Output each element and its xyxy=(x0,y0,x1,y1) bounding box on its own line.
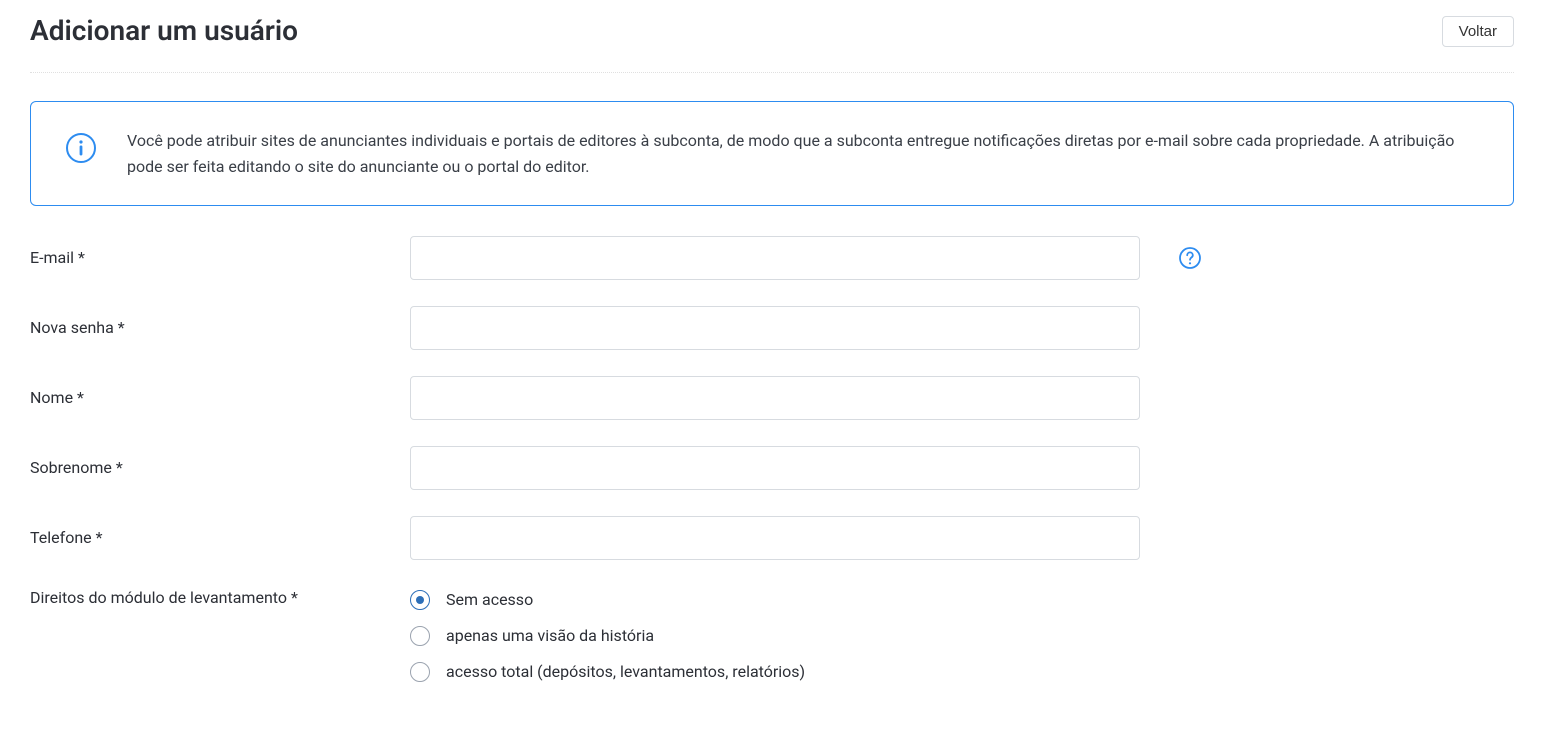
email-field[interactable] xyxy=(410,236,1140,280)
info-box: Você pode atribuir sites de anunciantes … xyxy=(30,101,1514,206)
form-row-rights: Direitos do módulo de levantamento * Sem… xyxy=(30,586,1514,684)
radio-label: Sem acesso xyxy=(446,588,533,612)
form-row-lastname: Sobrenome * xyxy=(30,446,1514,490)
form-row-email: E-mail * xyxy=(30,236,1514,280)
radio-label: apenas uma visão da história xyxy=(446,624,654,648)
form-row-firstname: Nome * xyxy=(30,376,1514,420)
label-phone: Telefone * xyxy=(30,526,410,550)
radio-view-only[interactable]: apenas uma visão da história xyxy=(410,624,805,648)
control-lastname xyxy=(410,446,1140,490)
label-password: Nova senha * xyxy=(30,316,410,340)
page-title: Adicionar um usuário xyxy=(30,10,298,52)
phone-field[interactable] xyxy=(410,516,1140,560)
password-field[interactable] xyxy=(410,306,1140,350)
control-email xyxy=(410,236,1140,280)
help-icon[interactable] xyxy=(1178,246,1202,270)
info-text: Você pode atribuir sites de anunciantes … xyxy=(127,128,1479,179)
radio-no-access[interactable]: Sem acesso xyxy=(410,588,805,612)
help-col-email xyxy=(1160,246,1220,270)
label-firstname: Nome * xyxy=(30,386,410,410)
control-firstname xyxy=(410,376,1140,420)
label-lastname: Sobrenome * xyxy=(30,456,410,480)
radio-circle-icon xyxy=(410,590,430,610)
label-rights: Direitos do módulo de levantamento * xyxy=(30,586,410,610)
form-row-phone: Telefone * xyxy=(30,516,1514,560)
page-container: Adicionar um usuário Voltar Você pode at… xyxy=(0,0,1544,740)
lastname-field[interactable] xyxy=(410,446,1140,490)
radio-circle-icon xyxy=(410,626,430,646)
back-button[interactable]: Voltar xyxy=(1442,16,1514,47)
radio-circle-icon xyxy=(410,662,430,682)
control-rights: Sem acesso apenas uma visão da história … xyxy=(410,586,1140,684)
radio-full-access[interactable]: acesso total (depósitos, levantamentos, … xyxy=(410,660,805,684)
radio-group-rights: Sem acesso apenas uma visão da história … xyxy=(410,586,805,684)
radio-label: acesso total (depósitos, levantamentos, … xyxy=(446,660,805,684)
form-row-password: Nova senha * xyxy=(30,306,1514,350)
header-row: Adicionar um usuário Voltar xyxy=(30,10,1514,73)
firstname-field[interactable] xyxy=(410,376,1140,420)
info-icon xyxy=(65,132,97,171)
form: E-mail * Nova senha * Nome xyxy=(30,236,1514,684)
control-password xyxy=(410,306,1140,350)
control-phone xyxy=(410,516,1140,560)
label-email: E-mail * xyxy=(30,246,410,270)
